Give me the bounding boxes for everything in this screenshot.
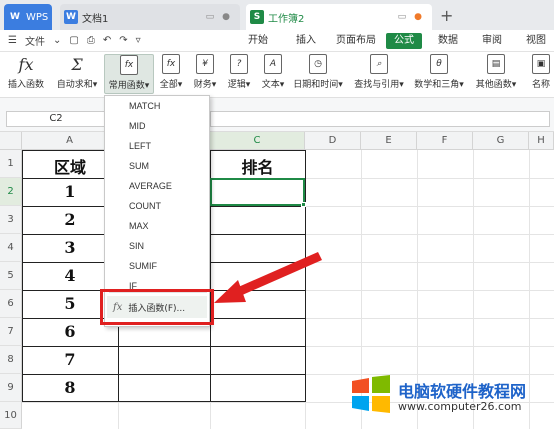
watermark-title: 电脑软硬件教程网 <box>398 382 527 401</box>
red-arrow-annotation <box>214 252 322 303</box>
watermark-url: www.computer26.com <box>398 400 522 413</box>
windows-logo-icon <box>352 375 390 413</box>
